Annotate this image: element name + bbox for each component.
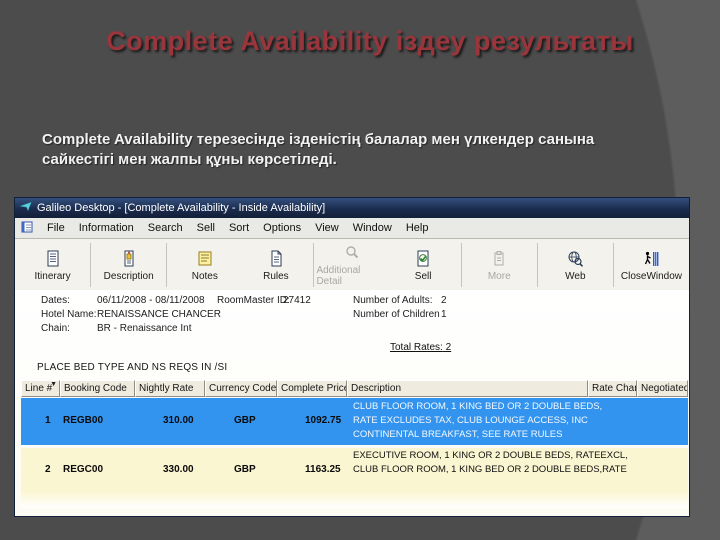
menu-help[interactable]: Help	[406, 222, 429, 234]
toolbar-separator	[90, 243, 92, 287]
more-button[interactable]: More	[464, 239, 535, 291]
itinerary-button[interactable]: Itinerary	[17, 239, 88, 291]
web-label: Web	[565, 270, 586, 282]
description-label: Description	[103, 270, 154, 282]
nightly-rate: 310.00	[163, 415, 194, 426]
web-icon	[566, 249, 584, 269]
line-number: 2	[45, 464, 51, 475]
itinerary-icon	[45, 249, 61, 269]
dates-label: Dates:	[41, 295, 70, 306]
availability-content: Dates: 06/11/2008 - 08/11/2008 RoomMaste…	[15, 290, 689, 516]
booking-code: REGB00	[63, 415, 104, 426]
total-rates-value: 2	[445, 342, 452, 353]
close-window-icon	[642, 249, 660, 269]
description-line: CONTINENTAL BREAKFAST, SEE RATE RULES	[353, 429, 563, 440]
table-row-selected[interactable]: 1 REGB00 310.00 GBP 1092.75 CLUB FLOOR R…	[21, 398, 688, 445]
children-label: Number of Children	[353, 309, 440, 320]
toolbar-separator	[166, 243, 168, 287]
notes-icon	[197, 249, 213, 269]
description-line: CLUB FLOOR ROOM, 1 KING BED OR 2 DOUBLE …	[353, 401, 603, 412]
menu-sell[interactable]: Sell	[197, 222, 215, 234]
menu-options[interactable]: Options	[263, 222, 301, 234]
nightly-rate: 330.00	[163, 464, 194, 475]
roommaster-id-value: 27412	[283, 295, 311, 306]
menu-search[interactable]: Search	[148, 222, 183, 234]
window-titlebar[interactable]: Galileo Desktop - [Complete Availability…	[15, 198, 689, 218]
close-window-button[interactable]: CloseWindow	[616, 239, 687, 291]
column-header-negotiated[interactable]: Negotiated	[637, 380, 688, 397]
toolbar-separator	[612, 243, 614, 287]
line-number: 1	[45, 415, 51, 426]
more-label: More	[487, 270, 511, 282]
rules-icon	[268, 249, 284, 269]
sell-icon	[415, 249, 431, 269]
bed-type-notice: PLACE BED TYPE AND NS REQS IN /SI	[37, 362, 228, 373]
adults-value: 2	[441, 295, 447, 306]
sort-descending-icon: ▼	[50, 381, 57, 388]
hotel-name-label: Hotel Name:	[41, 309, 97, 320]
window-title: Galileo Desktop - [Complete Availability…	[37, 202, 326, 214]
column-header-booking-code[interactable]: Booking Code	[60, 380, 135, 397]
table-header: Line # ▼ Booking Code Nightly Rate Curren…	[21, 380, 688, 397]
menu-information[interactable]: Information	[79, 222, 134, 234]
toolbar-separator	[460, 243, 462, 287]
description-icon	[121, 249, 137, 269]
dates-value: 06/11/2008 - 08/11/2008	[97, 295, 205, 306]
currency-code: GBP	[234, 464, 256, 475]
toolbar: Itinerary Description Notes Rules Additi…	[15, 239, 689, 292]
notes-button[interactable]: Notes	[169, 239, 240, 291]
additional-detail-label: Additional Detail	[316, 265, 361, 287]
column-header-nightly-rate[interactable]: Nightly Rate	[135, 380, 205, 397]
column-header-line[interactable]: Line # ▼	[21, 380, 60, 397]
more-icon	[491, 249, 507, 269]
description-line: RATE EXCLUDES TAX, CLUB LOUNGE ACCESS, I…	[353, 415, 588, 426]
description-button[interactable]: Description	[93, 239, 164, 291]
row-fade	[21, 492, 688, 508]
description-line: CLUB FLOOR ROOM, 1 KING BED OR 2 DOUBLE …	[353, 464, 627, 475]
notes-label: Notes	[191, 270, 218, 282]
roommaster-id-label: RoomMaster ID:	[217, 295, 290, 306]
menu-sort[interactable]: Sort	[229, 222, 249, 234]
toolbar-separator	[536, 243, 538, 287]
total-rates: Total Rates: 2	[390, 342, 452, 353]
hotel-name-value: RENAISSANCE CHANCER	[97, 309, 221, 320]
currency-code: GBP	[234, 415, 256, 426]
web-button[interactable]: Web	[540, 239, 611, 291]
itinerary-label: Itinerary	[34, 270, 71, 282]
rules-button[interactable]: Rules	[240, 239, 311, 291]
toolbar-separator	[313, 243, 315, 287]
booking-code: REGC00	[63, 464, 104, 475]
rules-label: Rules	[263, 270, 289, 282]
additional-detail-icon	[343, 243, 361, 263]
adults-label: Number of Adults:	[353, 295, 433, 306]
document-icon	[21, 221, 33, 236]
children-value: 1	[441, 309, 447, 320]
close-window-label: CloseWindow	[620, 270, 683, 282]
menu-file[interactable]: File	[47, 222, 65, 234]
page-title: Complete Availability іздеу результаты	[106, 26, 634, 56]
chain-value: BR - Renaissance Int	[97, 323, 192, 334]
complete-price: 1092.75	[305, 415, 342, 426]
menu-window[interactable]: Window	[353, 222, 392, 234]
description-line: EXECUTIVE ROOM, 1 KING OR 2 DOUBLE BEDS,…	[353, 450, 628, 461]
sell-label: Sell	[414, 270, 432, 282]
menu-view[interactable]: View	[315, 222, 339, 234]
complete-price: 1163.25	[305, 464, 341, 475]
chain-label: Chain:	[41, 323, 70, 334]
galileo-logo-icon	[19, 201, 32, 215]
additional-detail-button[interactable]: Additional Detail	[316, 239, 387, 291]
slide-body-text: Complete Availability терезесінде іздені…	[42, 131, 595, 169]
galileo-window: Galileo Desktop - [Complete Availability…	[14, 197, 690, 517]
menu-bar: File Information Search Sell Sort Option…	[15, 218, 689, 239]
table-row[interactable]: EXECUTIVE ROOM, 1 KING OR 2 DOUBLE BEDS,…	[21, 448, 688, 492]
column-header-complete-price[interactable]: Complete Price	[277, 380, 347, 397]
column-header-description[interactable]: Description	[347, 380, 588, 397]
sell-button[interactable]: Sell	[388, 239, 459, 291]
column-header-rate-changes[interactable]: Rate Changes	[588, 380, 637, 397]
column-header-currency-code[interactable]: Currency Code	[205, 380, 277, 397]
